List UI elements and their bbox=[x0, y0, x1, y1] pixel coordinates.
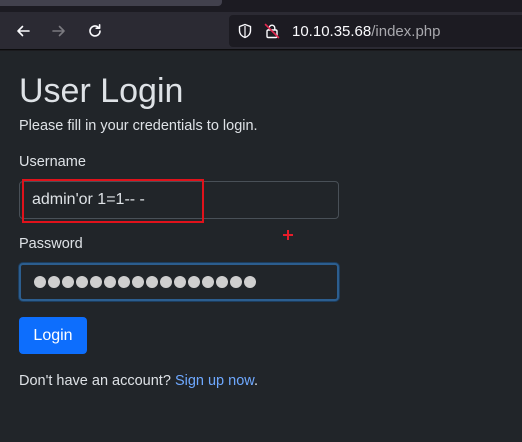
page-title: User Login bbox=[19, 72, 184, 110]
password-dot bbox=[103, 275, 117, 289]
login-button[interactable]: Login bbox=[19, 317, 87, 354]
password-dot bbox=[243, 275, 257, 289]
password-dot bbox=[145, 275, 159, 289]
signup-prompt: Don't have an account? Sign up now. bbox=[19, 373, 258, 389]
password-dot bbox=[187, 275, 201, 289]
username-label: Username bbox=[19, 154, 86, 170]
password-dot bbox=[201, 275, 215, 289]
password-dot bbox=[215, 275, 229, 289]
forward-button[interactable] bbox=[47, 19, 71, 43]
annotation-highlight-box bbox=[22, 179, 204, 223]
password-dot bbox=[117, 275, 131, 289]
tab-strip bbox=[0, 0, 522, 12]
page-subtitle: Please fill in your credentials to login… bbox=[19, 118, 258, 134]
shield-icon[interactable] bbox=[237, 23, 253, 39]
password-input[interactable] bbox=[19, 263, 339, 301]
password-dot bbox=[131, 275, 145, 289]
arrow-left-icon bbox=[17, 25, 30, 37]
signup-link[interactable]: Sign up now bbox=[175, 373, 254, 389]
signup-prompt-text: Don't have an account? bbox=[19, 373, 175, 389]
back-button[interactable] bbox=[11, 19, 35, 43]
browser-toolbar: 10.10.35.68/index.php bbox=[0, 12, 522, 50]
password-dot bbox=[159, 275, 173, 289]
crosshair-icon bbox=[282, 229, 294, 241]
signup-prompt-end: . bbox=[253, 373, 258, 389]
password-dot bbox=[173, 275, 187, 289]
reload-button[interactable] bbox=[83, 19, 107, 43]
arrow-right-icon bbox=[52, 25, 65, 37]
insecure-lock-icon[interactable] bbox=[264, 23, 280, 39]
reload-icon bbox=[89, 24, 101, 37]
address-bar[interactable]: 10.10.35.68/index.php bbox=[229, 15, 522, 47]
password-dot bbox=[229, 275, 243, 289]
password-dot bbox=[89, 275, 103, 289]
password-mask bbox=[33, 275, 257, 289]
url-text[interactable]: 10.10.35.68/index.php bbox=[292, 23, 440, 40]
password-dot bbox=[47, 275, 61, 289]
password-label: Password bbox=[19, 236, 83, 252]
password-dot bbox=[61, 275, 75, 289]
password-dot bbox=[34, 275, 47, 289]
password-dot bbox=[75, 275, 89, 289]
url-host: 10.10.35.68 bbox=[292, 23, 372, 40]
browser-tab[interactable] bbox=[0, 0, 222, 6]
url-path: /index.php bbox=[371, 23, 441, 40]
page-content: User Login Please fill in your credentia… bbox=[0, 51, 522, 442]
